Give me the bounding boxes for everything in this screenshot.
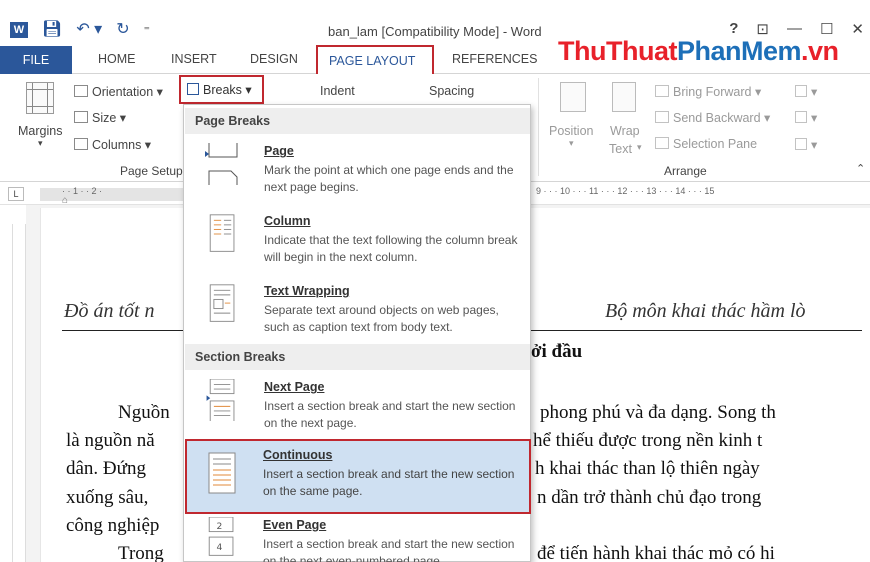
page-breaks-header: Page Breaks bbox=[185, 108, 530, 134]
watermark-logo: ThuThuatPhanMem.vn bbox=[558, 36, 839, 66]
send-backward-icon bbox=[655, 111, 669, 123]
body-line-left-2: là nguồn nă bbox=[66, 430, 155, 451]
body-line-right-2: hể thiếu được trong nền kinh t bbox=[533, 430, 763, 451]
next-page-break-icon bbox=[206, 379, 235, 421]
menu-item-continuous[interactable]: Continuous Insert a section break and st… bbox=[185, 439, 531, 514]
menu-item-next-page-desc: Insert a section break and start the new… bbox=[264, 399, 516, 430]
breaks-button[interactable]: Breaks ▾ bbox=[179, 75, 264, 104]
selection-pane-icon bbox=[655, 137, 669, 149]
margins-dropdown-icon[interactable]: ▾ bbox=[38, 138, 43, 149]
svg-text:2: 2 bbox=[217, 522, 223, 532]
body-line-right-6: để tiến hành khai thác mỏ có hi bbox=[537, 543, 775, 562]
spacing-label: Spacing bbox=[429, 84, 475, 98]
margins-icon bbox=[26, 82, 54, 114]
window-title: ban_lam [Compatibility Mode] - Word bbox=[328, 24, 542, 39]
wrap-text-icon bbox=[612, 82, 636, 112]
columns-icon bbox=[74, 138, 88, 150]
page-setup-group-label: Page Setup bbox=[120, 164, 183, 178]
menu-item-column[interactable]: Column Indicate that the text following … bbox=[185, 207, 530, 269]
header-left-text: Đồ án tốt n bbox=[64, 300, 155, 322]
menu-item-page[interactable]: Page Mark the point at which one page en… bbox=[185, 137, 530, 199]
save-icon[interactable]: 💾︎ bbox=[42, 22, 62, 38]
menu-item-even-page-desc: Insert a section break and start the new… bbox=[263, 537, 515, 562]
section-breaks-header: Section Breaks bbox=[185, 344, 530, 370]
orientation-button[interactable]: Orientation ▾ bbox=[74, 84, 163, 99]
tab-selector[interactable]: L bbox=[8, 187, 24, 201]
undo-icon[interactable]: ↶ ▾ bbox=[76, 22, 102, 38]
orientation-icon bbox=[74, 85, 88, 97]
customize-qat-icon[interactable]: ⁼ bbox=[144, 22, 150, 38]
menu-item-next-page[interactable]: Next Page Insert a section break and sta… bbox=[185, 373, 530, 437]
even-page-break-icon: 2 4 bbox=[208, 517, 234, 556]
align-icon bbox=[795, 85, 807, 97]
margins-button[interactable]: Margins bbox=[18, 124, 62, 138]
group-icon bbox=[795, 111, 807, 123]
quick-access-toolbar: W 💾︎ ↶ ▾ ↻ ⁼ bbox=[10, 22, 150, 38]
bring-forward-icon bbox=[655, 85, 669, 97]
rotate-icon bbox=[795, 138, 807, 150]
group-separator bbox=[538, 78, 539, 176]
position-icon bbox=[560, 82, 586, 112]
tab-insert[interactable]: INSERT bbox=[171, 52, 217, 66]
page-break-icon bbox=[205, 143, 238, 185]
menu-item-text-wrapping-desc: Separate text around objects on web page… bbox=[264, 303, 499, 334]
align-button[interactable]: ▾ bbox=[795, 84, 817, 99]
body-line-left-6: Trong bbox=[118, 543, 164, 562]
menu-item-column-desc: Indicate that the text following the col… bbox=[264, 233, 518, 264]
body-line-left-3: dân. Đứng bbox=[66, 458, 146, 479]
arrange-group-label: Arrange bbox=[664, 164, 707, 178]
body-line-left-4: xuống sâu, bbox=[66, 487, 149, 508]
tab-home[interactable]: HOME bbox=[98, 52, 136, 66]
menu-item-page-desc: Mark the point at which one page ends an… bbox=[264, 163, 514, 194]
wrap-text-button-line2: Text bbox=[609, 142, 632, 156]
wrap-text-button[interactable]: Wrap bbox=[610, 124, 640, 138]
menu-item-even-page-title: Even Page bbox=[263, 518, 327, 532]
size-button[interactable]: Size ▾ bbox=[74, 110, 126, 125]
wrap-text-dropdown-icon[interactable]: ▾ bbox=[637, 142, 642, 153]
breaks-icon bbox=[187, 83, 199, 95]
close-button[interactable]: ✕ bbox=[851, 20, 864, 38]
selection-pane-button[interactable]: Selection Pane bbox=[655, 137, 757, 151]
menu-item-continuous-title: Continuous bbox=[263, 448, 333, 462]
position-dropdown-icon[interactable]: ▾ bbox=[569, 138, 574, 149]
ruler-ticks-right: 9 · · · 10 · · · 11 · · · 12 · · · 13 · … bbox=[536, 186, 715, 196]
menu-item-next-page-title: Next Page bbox=[264, 380, 325, 394]
body-line-right-1: phong phú và đa dạng. Song th bbox=[540, 402, 776, 423]
send-backward-button[interactable]: Send Backward ▾ bbox=[655, 110, 770, 125]
word-app-icon[interactable]: W bbox=[10, 22, 28, 38]
text-wrapping-break-icon bbox=[209, 284, 235, 322]
tab-file[interactable]: FILE bbox=[0, 46, 72, 74]
tab-page-layout-label: PAGE LAYOUT bbox=[329, 54, 416, 68]
tab-references[interactable]: REFERENCES bbox=[452, 52, 537, 66]
body-line-right-4: n dần trở thành chủ đạo trong bbox=[537, 487, 762, 508]
heading-fragment: ởi đầu bbox=[531, 341, 583, 362]
menu-item-even-page[interactable]: 2 4 Even Page Insert a section break and… bbox=[184, 515, 529, 562]
group-button[interactable]: ▾ bbox=[795, 110, 817, 125]
header-right-text: Bộ môn khai thác hầm lò bbox=[605, 300, 806, 322]
rotate-button[interactable]: ▾ bbox=[795, 137, 817, 152]
body-line-left-5: công nghiệp bbox=[66, 515, 160, 536]
continuous-break-icon bbox=[208, 452, 236, 494]
column-break-icon bbox=[209, 214, 235, 252]
indent-label: Indent bbox=[320, 84, 355, 98]
body-line-left-1: Nguồn bbox=[118, 402, 170, 423]
tab-design[interactable]: DESIGN bbox=[250, 52, 298, 66]
body-line-right-3: h khai thác than lộ thiên ngày bbox=[535, 458, 760, 479]
vertical-ruler bbox=[12, 224, 26, 562]
size-icon bbox=[74, 111, 88, 123]
svg-text:4: 4 bbox=[217, 543, 223, 553]
menu-item-page-title: Page bbox=[264, 144, 294, 158]
redo-icon[interactable]: ↻ bbox=[116, 22, 129, 38]
columns-button[interactable]: Columns ▾ bbox=[74, 137, 151, 152]
collapse-ribbon-icon[interactable]: ⌃ bbox=[856, 162, 865, 175]
bring-forward-button[interactable]: Bring Forward ▾ bbox=[655, 84, 761, 99]
menu-item-continuous-desc: Insert a section break and start the new… bbox=[263, 467, 515, 498]
menu-item-column-title: Column bbox=[264, 214, 311, 228]
menu-item-text-wrapping-title: Text Wrapping bbox=[264, 284, 350, 298]
menu-item-text-wrapping[interactable]: Text Wrapping Separate text around objec… bbox=[185, 277, 530, 339]
position-button[interactable]: Position bbox=[549, 124, 593, 138]
